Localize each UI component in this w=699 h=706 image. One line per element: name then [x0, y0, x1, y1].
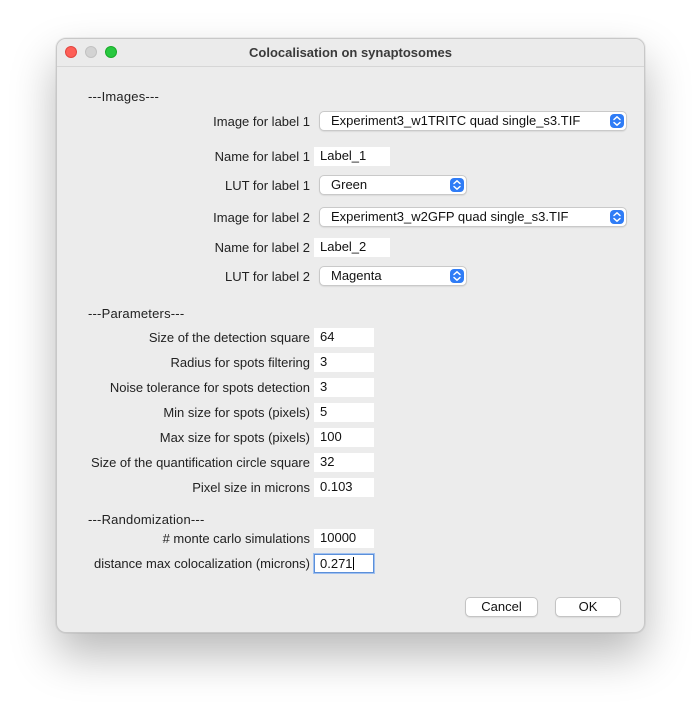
- param-label: Size of the quantification circle square: [91, 455, 310, 470]
- lut-label-2-caption: LUT for label 2: [224, 269, 310, 284]
- param-label: Radius for spots filtering: [170, 355, 310, 370]
- image-label-2-caption: Image for label 2: [213, 210, 310, 225]
- param-label: Noise tolerance for spots detection: [109, 380, 310, 395]
- name-label-2-caption: Name for label 2: [214, 240, 310, 255]
- lut-label-1-caption: LUT for label 1: [224, 178, 310, 193]
- distance-max-value: 0.271: [320, 556, 353, 571]
- lut-label-1-select[interactable]: Green: [319, 175, 467, 195]
- image-label-2-select[interactable]: Experiment3_w2GFP quad single_s3.TIF: [319, 207, 627, 227]
- select-arrows-icon: [450, 269, 464, 283]
- window-title: Colocalisation on synaptosomes: [249, 45, 452, 60]
- detection-square-input[interactable]: 64: [314, 328, 374, 347]
- noise-tolerance-input[interactable]: 3: [314, 378, 374, 397]
- lut-label-1-value: Green: [331, 177, 368, 192]
- ok-button[interactable]: OK: [555, 597, 621, 617]
- distance-max-caption: distance max colocalization (microns): [93, 556, 310, 571]
- name-label-1-input[interactable]: Label_1: [314, 147, 390, 166]
- lut-label-2-select[interactable]: Magenta: [319, 266, 467, 286]
- image-label-2-value: Experiment3_w2GFP quad single_s3.TIF: [331, 209, 569, 224]
- image-label-1-caption: Image for label 1: [213, 114, 310, 129]
- quantification-circle-input[interactable]: 32: [314, 453, 374, 472]
- name-label-2-input[interactable]: Label_2: [314, 238, 390, 257]
- param-label: Size of the detection square: [148, 330, 310, 345]
- images-section-heading: ---Images---: [88, 89, 160, 104]
- param-label: Max size for spots (pixels): [159, 430, 310, 445]
- distance-max-input[interactable]: 0.271: [314, 554, 374, 573]
- monte-carlo-caption: # monte carlo simulations: [162, 531, 310, 546]
- param-label: Pixel size in microns: [192, 480, 310, 495]
- select-arrows-icon: [610, 114, 624, 128]
- min-spot-size-input[interactable]: 5: [314, 403, 374, 422]
- pixel-size-input[interactable]: 0.103: [314, 478, 374, 497]
- lut-label-2-value: Magenta: [331, 268, 382, 283]
- image-label-1-select[interactable]: Experiment3_w1TRITC quad single_s3.TIF: [319, 111, 627, 131]
- monte-carlo-input[interactable]: 10000: [314, 529, 374, 548]
- select-arrows-icon: [450, 178, 464, 192]
- max-spot-size-input[interactable]: 100: [314, 428, 374, 447]
- param-label: Min size for spots (pixels): [163, 405, 310, 420]
- name-label-1-caption: Name for label 1: [214, 149, 310, 164]
- dialog-window: Colocalisation on synaptosomes ---Images…: [56, 38, 645, 633]
- parameters-section-heading: ---Parameters---: [88, 306, 185, 321]
- title-bar: Colocalisation on synaptosomes: [57, 39, 644, 67]
- cancel-button[interactable]: Cancel: [465, 597, 538, 617]
- image-label-1-value: Experiment3_w1TRITC quad single_s3.TIF: [331, 113, 581, 128]
- select-arrows-icon: [610, 210, 624, 224]
- spots-filter-radius-input[interactable]: 3: [314, 353, 374, 372]
- text-caret: [352, 557, 354, 570]
- randomization-section-heading: ---Randomization---: [88, 512, 205, 527]
